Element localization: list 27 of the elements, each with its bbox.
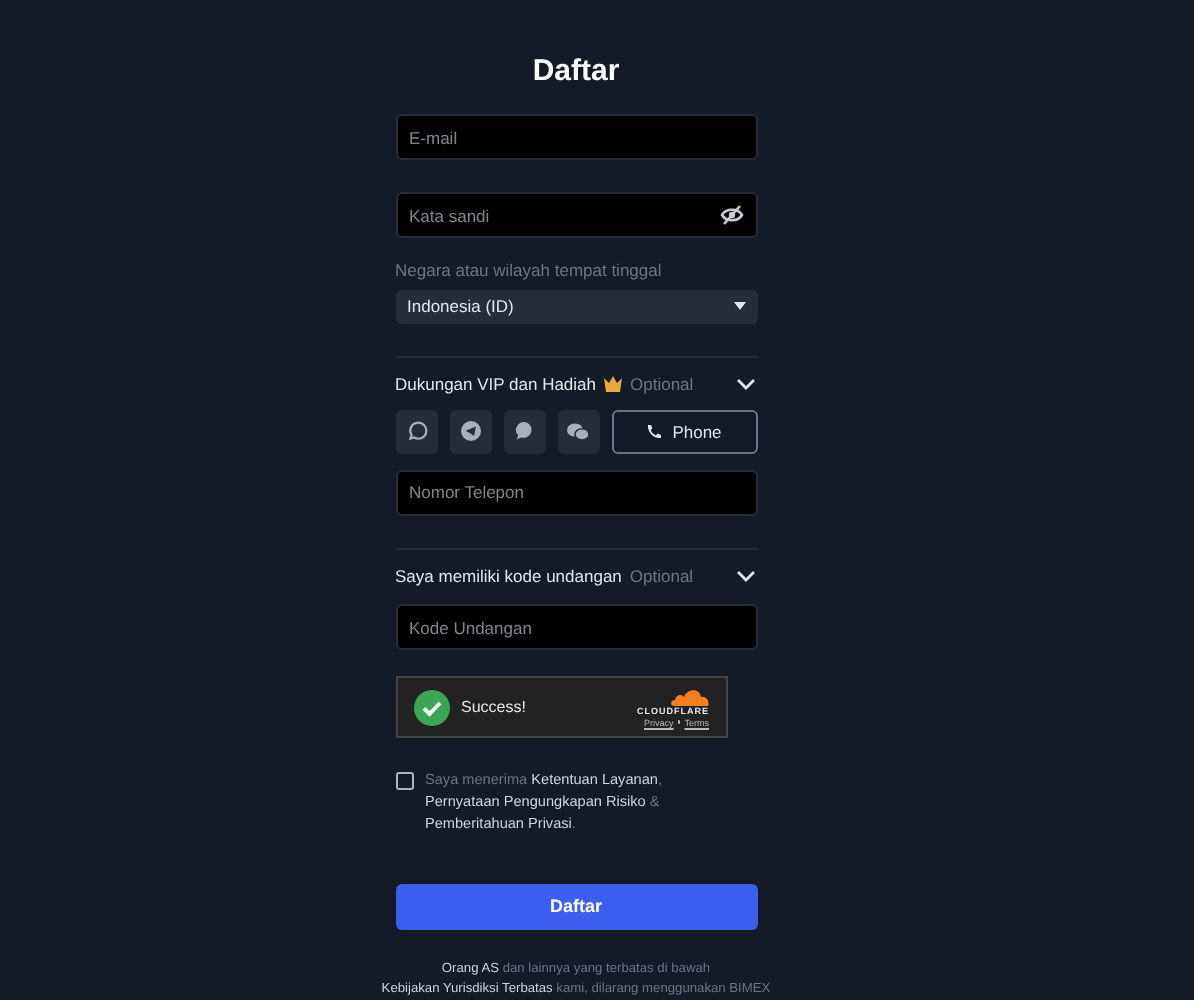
chat-bubbles-icon [566,421,590,442]
check-circle-icon [413,689,449,726]
phone-tab[interactable]: Phone [611,409,757,454]
eye-hidden-icon[interactable] [719,204,743,227]
phone-icon [646,423,663,440]
phone-field[interactable]: Nomor Telepon [395,469,757,516]
chat-bubble-icon [513,420,535,443]
paper-plane-icon [459,420,481,443]
optional-label: Optional [629,565,694,586]
chat-tab[interactable] [503,409,545,454]
password-input[interactable]: Kata sandi [409,205,689,226]
section-title: Dukungan VIP dan Hadiah [395,374,597,395]
cloud-icon [669,687,709,706]
email-field[interactable]: E-mail [395,114,757,161]
chevron-icon[interactable] [735,569,755,582]
terms-checkbox[interactable] [395,771,413,790]
invite-code-field[interactable]: Kode Undangan [395,604,757,651]
section-title: Saya memiliki kode undangan [395,565,622,586]
chevron-icon[interactable] [735,378,755,391]
register-button[interactable]: Daftar [395,883,757,930]
crown-icon [604,376,623,393]
password-field[interactable]: Kata sandi [395,192,757,239]
field-label: Negara atau wilayah tempat tinggal [395,260,664,283]
page-title: Daftar [530,54,622,90]
optional-label: Optional [630,374,694,395]
country-select[interactable]: Indonesia (ID) [395,290,757,324]
captcha-status: Success! [461,698,526,717]
